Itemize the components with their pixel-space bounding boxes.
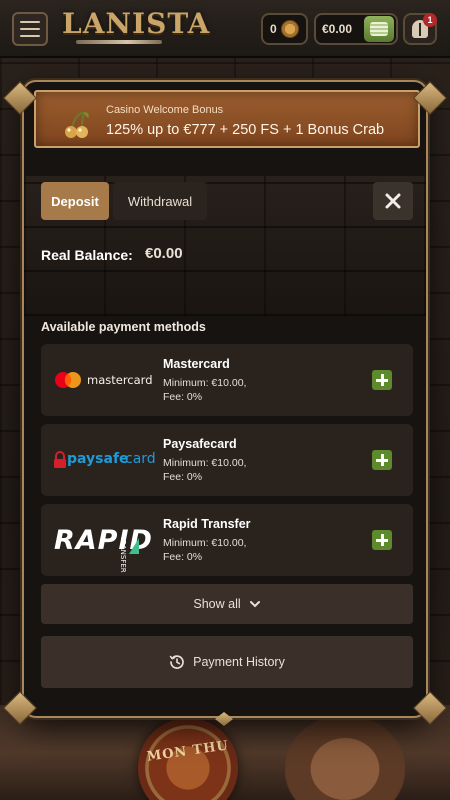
hero-gladiator bbox=[285, 715, 405, 800]
show-all-label: Show all bbox=[193, 597, 241, 611]
method-name: Paysafecard bbox=[163, 437, 237, 451]
mastercard-logo-text: mastercard bbox=[87, 373, 153, 387]
paysafecard-logo-text-b: card bbox=[125, 451, 156, 467]
bonus-kicker: Casino Welcome Bonus bbox=[106, 104, 224, 116]
method-minimum: Minimum: €10.00, bbox=[163, 537, 247, 549]
payment-history-label: Payment History bbox=[193, 655, 285, 669]
rapid-transfer-logo: RAPID TRANSFER bbox=[53, 522, 157, 573]
method-minimum: Minimum: €10.00, bbox=[163, 457, 247, 469]
hero-shield-text: MON THU bbox=[146, 738, 230, 765]
paysafecard-logo-text-a: paysafe bbox=[67, 451, 129, 467]
tab-deposit[interactable]: Deposit bbox=[41, 182, 109, 220]
method-name: Mastercard bbox=[163, 357, 230, 371]
tab-withdrawal[interactable]: Withdrawal bbox=[113, 182, 207, 220]
coins-counter[interactable]: 0 bbox=[261, 13, 308, 45]
menu-icon bbox=[20, 21, 40, 23]
add-paysafecard-button[interactable] bbox=[372, 450, 392, 470]
payment-method-mastercard[interactable]: mastercard Mastercard Minimum: €10.00, F… bbox=[41, 344, 413, 416]
bonus-title: 125% up to €777 + 250 FS + 1 Bonus Crab bbox=[106, 122, 385, 138]
payment-methods-heading: Available payment methods bbox=[41, 320, 206, 334]
method-fee: Fee: 0% bbox=[163, 551, 203, 563]
real-balance-value: €0.00 bbox=[145, 245, 183, 262]
add-funds-button[interactable] bbox=[364, 16, 394, 42]
close-button[interactable] bbox=[373, 182, 413, 220]
cash-stack-icon bbox=[370, 22, 388, 36]
method-fee: Fee: 0% bbox=[163, 391, 203, 403]
add-rapid-transfer-button[interactable] bbox=[372, 530, 392, 550]
mastercard-logo: mastercard bbox=[53, 362, 157, 398]
menu-button[interactable] bbox=[12, 12, 48, 46]
show-all-button[interactable]: Show all bbox=[41, 584, 413, 624]
add-mastercard-button[interactable] bbox=[372, 370, 392, 390]
payment-method-paysafecard[interactable]: paysafe card Paysafecard Minimum: €10.00… bbox=[41, 424, 413, 496]
method-fee: Fee: 0% bbox=[163, 471, 203, 483]
cherry-icon bbox=[65, 111, 89, 138]
cashier-modal: Casino Welcome Bonus 125% up to €777 + 2… bbox=[22, 80, 428, 718]
transfer-logo-text: TRANSFER bbox=[119, 536, 127, 573]
method-name: Rapid Transfer bbox=[163, 517, 251, 531]
close-icon bbox=[385, 193, 401, 209]
logo-sword-decoration bbox=[76, 40, 162, 44]
real-balance-label: Real Balance: bbox=[41, 247, 133, 263]
top-bar: LANISTA 0 €0.00 1 bbox=[0, 0, 450, 58]
coin-icon bbox=[280, 20, 299, 38]
welcome-bonus-banner[interactable]: Casino Welcome Bonus 125% up to €777 + 2… bbox=[34, 90, 420, 148]
paysafecard-logo: paysafe card bbox=[53, 442, 157, 478]
header-balance-value: €0.00 bbox=[322, 22, 353, 36]
history-icon bbox=[169, 655, 184, 669]
notification-badge: 1 bbox=[423, 13, 437, 27]
payment-history-button[interactable]: Payment History bbox=[41, 636, 413, 688]
method-minimum: Minimum: €10.00, bbox=[163, 377, 247, 389]
header-balance[interactable]: €0.00 bbox=[314, 13, 398, 45]
chevron-down-icon bbox=[249, 601, 260, 608]
payment-method-rapid-transfer[interactable]: RAPID TRANSFER Rapid Transfer Minimum: €… bbox=[41, 504, 413, 576]
coins-count: 0 bbox=[270, 22, 277, 36]
